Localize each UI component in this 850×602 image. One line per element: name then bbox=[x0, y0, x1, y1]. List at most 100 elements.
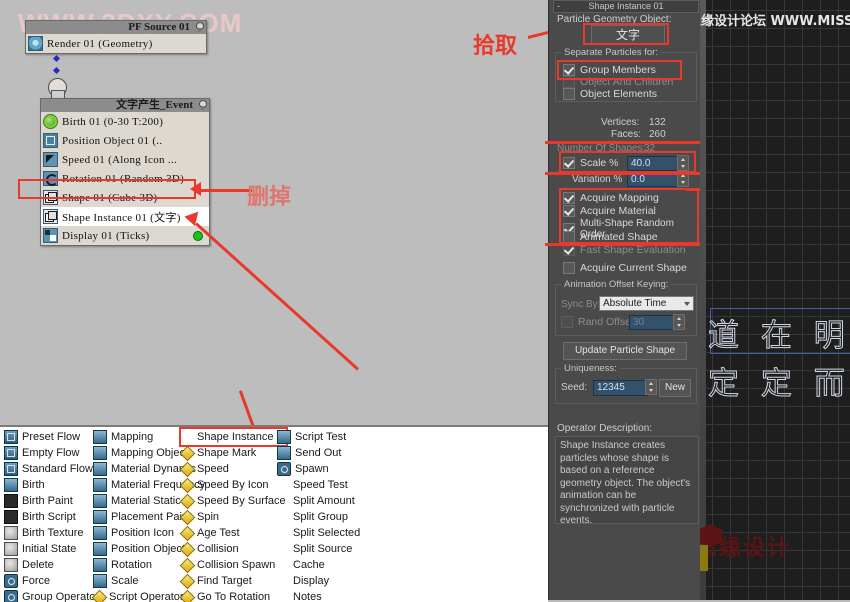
depot-item[interactable]: Delete bbox=[4, 557, 101, 573]
viewport[interactable]: 思缘设计论坛 WWW.MISSYUAN.COM 道 在 明 明 定 定 而 后 … bbox=[700, 0, 850, 600]
depot-item[interactable]: Send Out bbox=[277, 445, 360, 461]
depot-item[interactable]: Birth Script bbox=[4, 509, 101, 525]
rollout-title-label: Shape Instance 01 bbox=[588, 1, 664, 11]
depot-item-label: Speed By Surface bbox=[197, 495, 286, 507]
seed-label: Seed: bbox=[561, 382, 588, 393]
depot-item[interactable]: Spin bbox=[181, 509, 286, 525]
depot-item[interactable]: Standard Flow bbox=[4, 461, 101, 477]
annotation-arrow-pick bbox=[527, 27, 548, 39]
depot-item[interactable]: Script Test bbox=[277, 429, 360, 445]
depot-column-1[interactable]: Preset Flow Empty Flow Standard Flow Birth B… bbox=[4, 429, 101, 602]
depot-item-label: Shape Mark bbox=[197, 447, 257, 459]
depot-item-label: Mapping Object bbox=[111, 447, 189, 459]
chevron-down-icon[interactable] bbox=[684, 302, 690, 306]
scale-icon bbox=[93, 574, 107, 588]
depot-item[interactable]: Shape Instance bbox=[179, 427, 288, 447]
depot-item[interactable]: Group Operator bbox=[4, 589, 101, 602]
depot-item-label: Cache bbox=[293, 559, 325, 571]
initial-state-icon bbox=[4, 542, 18, 556]
pf-source-node[interactable]: PF Source 01 Render 01 (Geometry) bbox=[25, 20, 207, 54]
event-node-title-label: 文字产生_Event bbox=[116, 99, 193, 111]
rand-offset-input: 30 bbox=[629, 315, 676, 330]
checkbox-icon[interactable] bbox=[563, 88, 575, 100]
depot-item[interactable]: Speed By Icon bbox=[181, 477, 286, 493]
depot-item[interactable]: Empty Flow bbox=[4, 445, 101, 461]
depot-item[interactable]: Shape Mark bbox=[181, 445, 286, 461]
depot-item[interactable]: Preset Flow bbox=[4, 429, 101, 445]
shape-instance-icon bbox=[181, 431, 193, 443]
seed-spinner[interactable] bbox=[645, 379, 657, 395]
operator-description-label: Operator Description: bbox=[557, 423, 653, 434]
depot-item[interactable]: Split Source bbox=[277, 541, 360, 557]
depot-panel[interactable]: Preset Flow Empty Flow Standard Flow Birth B… bbox=[0, 425, 548, 602]
depot-item-label: Standard Flow bbox=[22, 463, 93, 475]
depot-column-4[interactable]: Script Test Send Out Spawn Speed Test Split … bbox=[277, 429, 360, 602]
checkbox-acquire-current-shape[interactable]: Acquire Current Shape bbox=[563, 262, 687, 274]
position-object-icon bbox=[43, 133, 58, 148]
depot-item[interactable]: Split Group bbox=[277, 509, 360, 525]
depot-item[interactable]: Go To Rotation bbox=[181, 589, 286, 602]
display-enabled-indicator[interactable] bbox=[193, 230, 203, 241]
depot-item[interactable]: Initial State bbox=[4, 541, 101, 557]
depot-item[interactable]: Cache bbox=[277, 557, 360, 573]
sync-by-label: Sync By: bbox=[561, 299, 601, 310]
material-static-icon bbox=[93, 494, 107, 508]
birth-icon bbox=[43, 114, 58, 129]
event-row-position-object[interactable]: Position Object 01 (.. bbox=[41, 131, 209, 150]
depot-item-label: Collision bbox=[197, 543, 239, 555]
particle-view-canvas[interactable]: WWW.3DXY.COM PF Source 01 Render 01 (Geo… bbox=[0, 0, 548, 425]
update-particle-shape-button[interactable]: Update Particle Shape bbox=[563, 342, 687, 360]
collision-icon bbox=[181, 543, 193, 555]
mapping-object-icon bbox=[93, 446, 107, 460]
command-panel[interactable]: - Shape Instance 01 Particle Geometry Ob… bbox=[548, 0, 701, 600]
variation-label: Variation % bbox=[572, 174, 623, 185]
depot-item[interactable]: Find Target bbox=[181, 573, 286, 589]
go-to-rotation-icon bbox=[181, 591, 193, 602]
depot-item-label: Spawn bbox=[295, 463, 329, 475]
depot-item[interactable]: Birth bbox=[4, 477, 101, 493]
depot-item[interactable]: Collision bbox=[181, 541, 286, 557]
event-row-label: Display 01 (Ticks) bbox=[62, 229, 150, 242]
sync-by-dropdown[interactable]: Absolute Time bbox=[599, 296, 694, 311]
depot-item-label: Birth Script bbox=[22, 511, 76, 523]
depot-item[interactable]: Speed By Surface bbox=[181, 493, 286, 509]
depot-item[interactable]: Notes bbox=[277, 589, 360, 602]
flow-icon bbox=[4, 462, 18, 476]
seed-input[interactable]: 12345 bbox=[593, 380, 648, 396]
checkbox-icon[interactable] bbox=[563, 262, 575, 274]
position-icon bbox=[93, 526, 107, 540]
lightbulb-icon[interactable] bbox=[194, 22, 204, 33]
pf-source-title[interactable]: PF Source 01 bbox=[26, 21, 206, 34]
annotation-pick-text: 拾取 bbox=[473, 34, 518, 59]
checkbox-object-elements[interactable]: Object Elements bbox=[563, 88, 657, 100]
depot-item[interactable]: Split Amount bbox=[277, 493, 360, 509]
depot-item[interactable]: Collision Spawn bbox=[181, 557, 286, 573]
depot-item-label: Speed By Icon bbox=[197, 479, 269, 491]
depot-item-label: Material Static bbox=[111, 495, 181, 507]
event-row-label: Speed 01 (Along Icon ... bbox=[62, 153, 178, 166]
depot-item[interactable]: Split Selected bbox=[277, 525, 360, 541]
event-node-title[interactable]: 文字产生_Event bbox=[41, 99, 209, 112]
pf-source-row-render[interactable]: Render 01 (Geometry) bbox=[26, 34, 206, 53]
event-row-display[interactable]: Display 01 (Ticks) bbox=[41, 226, 209, 245]
event-node[interactable]: 文字产生_Event Birth 01 (0-30 T:200) Positio… bbox=[40, 98, 210, 246]
depot-item[interactable]: Birth Texture bbox=[4, 525, 101, 541]
event-row-birth[interactable]: Birth 01 (0-30 T:200) bbox=[41, 112, 209, 131]
depot-item[interactable]: Spawn bbox=[277, 461, 360, 477]
depot-item[interactable]: Speed Test bbox=[277, 477, 360, 493]
depot-item[interactable]: Force bbox=[4, 573, 101, 589]
depot-column-3[interactable]: Shape Instance Shape Mark Speed Speed By Ic… bbox=[179, 427, 288, 602]
depot-item-label: Initial State bbox=[22, 543, 77, 555]
event-row-speed[interactable]: Speed 01 (Along Icon ... bbox=[41, 150, 209, 169]
depot-item[interactable]: Birth Paint bbox=[4, 493, 101, 509]
depot-item[interactable]: Display bbox=[277, 573, 360, 589]
rollout-header[interactable]: - Shape Instance 01 bbox=[553, 0, 699, 13]
depot-item-label: Birth bbox=[22, 479, 45, 491]
wire-dot-2 bbox=[52, 66, 61, 75]
collapse-icon[interactable]: - bbox=[557, 1, 560, 12]
depot-item[interactable]: Age Test bbox=[181, 525, 286, 541]
new-seed-button[interactable]: New bbox=[659, 379, 691, 397]
depot-item[interactable]: Speed bbox=[181, 461, 286, 477]
lightbulb-icon[interactable] bbox=[197, 100, 207, 111]
annotation-box-pick-button bbox=[583, 23, 669, 45]
